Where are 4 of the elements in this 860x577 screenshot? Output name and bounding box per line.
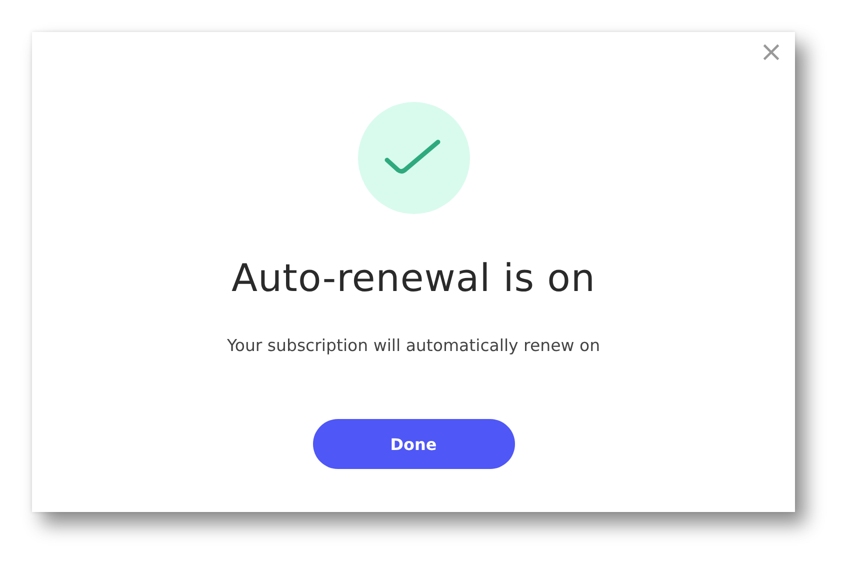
dialog-title: Auto-renewal is on — [231, 256, 596, 300]
done-button[interactable]: Done — [312, 419, 514, 469]
dialog-message: Your subscription will automatically renew on — [226, 336, 600, 355]
close-button[interactable]: × — [756, 36, 787, 68]
